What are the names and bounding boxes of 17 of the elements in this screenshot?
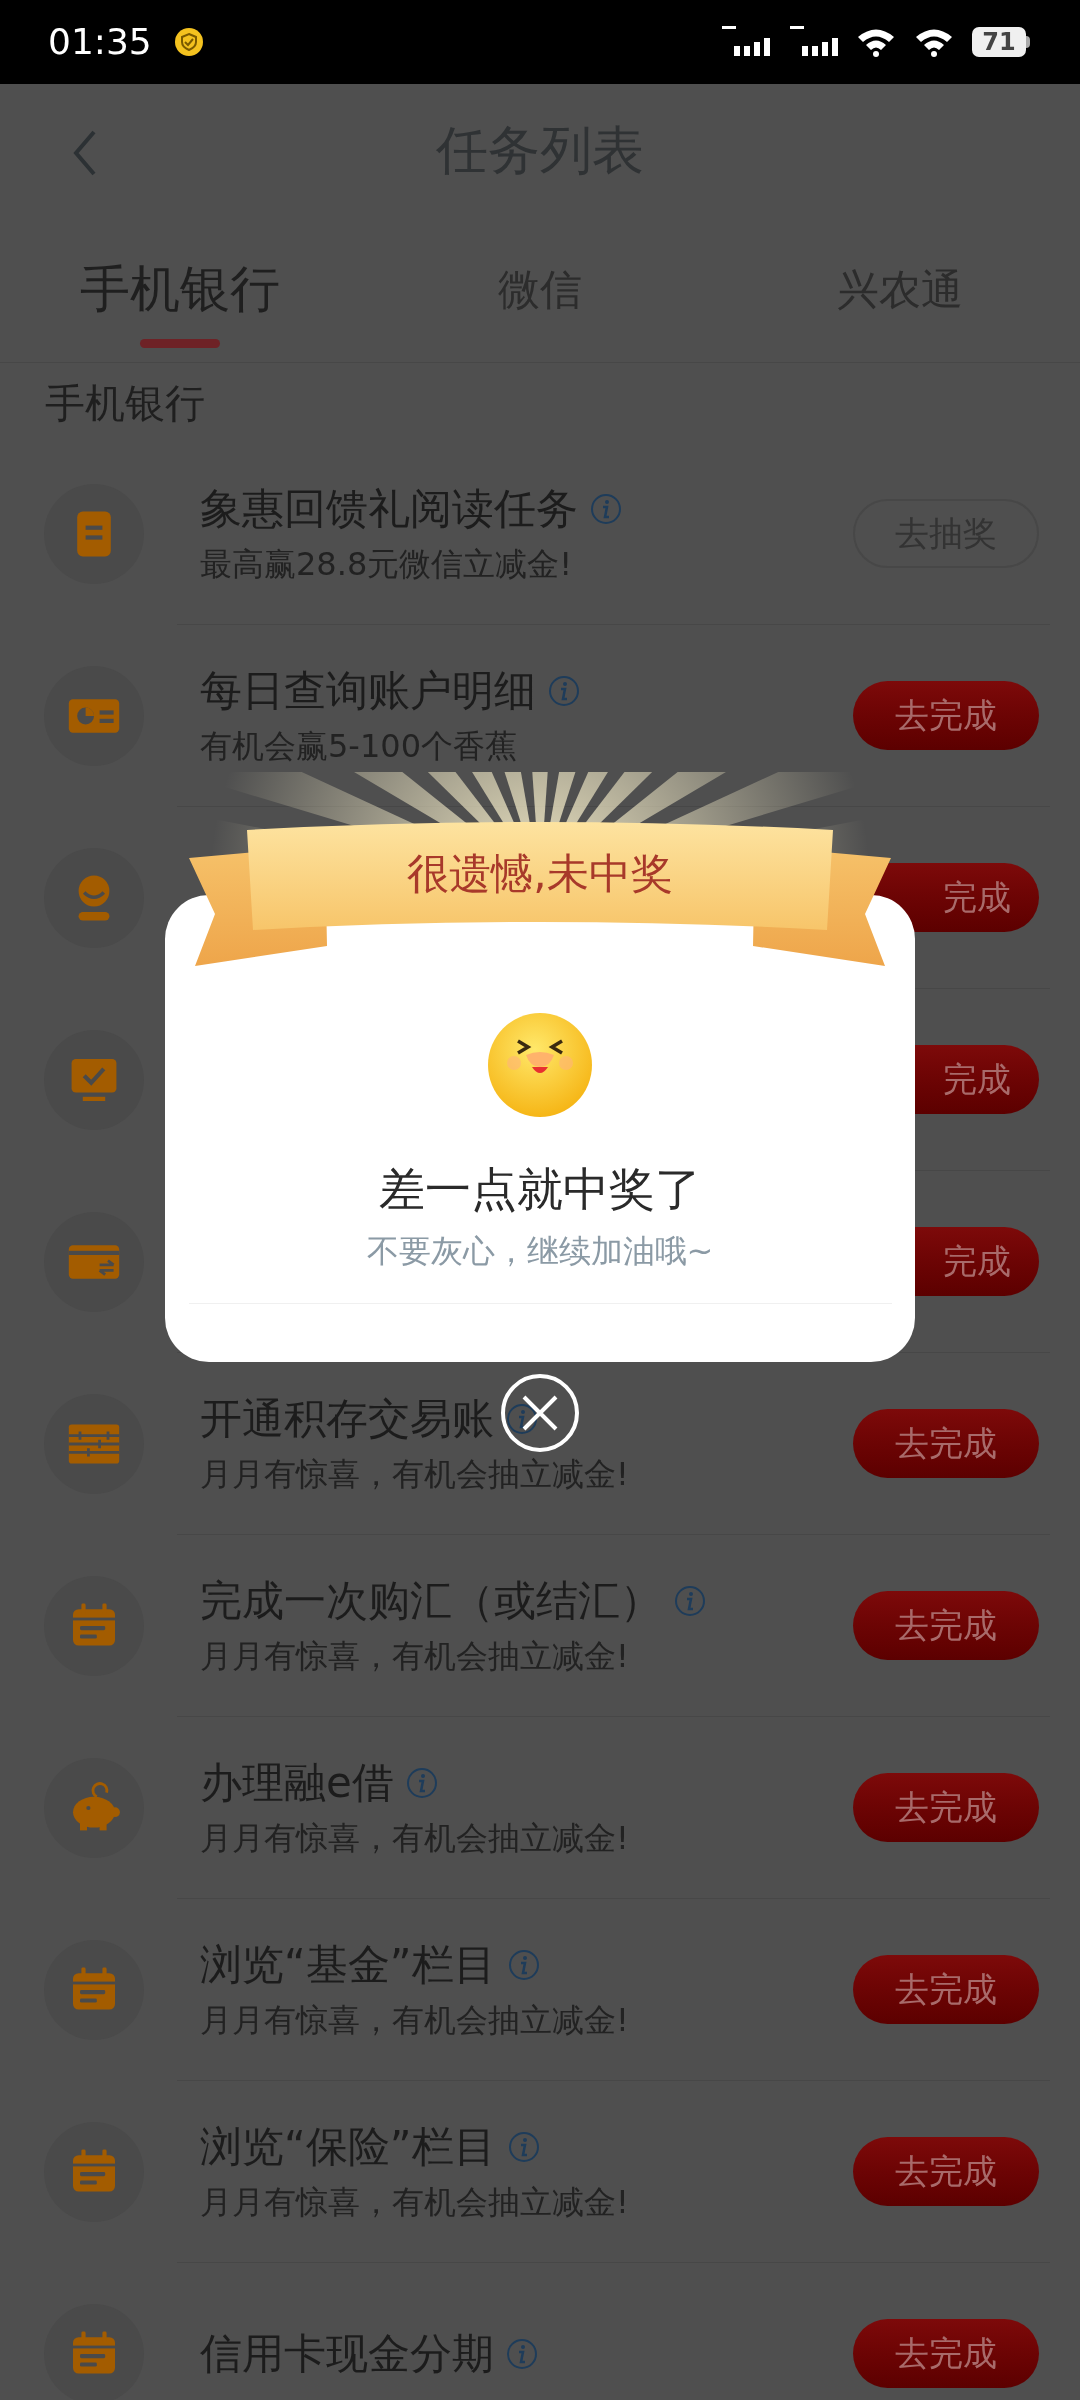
emoji-icon: [488, 1013, 592, 1117]
task-button[interactable]: 去完成: [853, 2137, 1039, 2206]
close-icon: [520, 1393, 560, 1433]
banner-text: 很遗憾,未中奖: [406, 848, 674, 900]
info-icon[interactable]: [506, 1402, 538, 1435]
task-button[interactable]: 去完成: [853, 1591, 1039, 1660]
close-button[interactable]: [501, 1374, 579, 1452]
task-button[interactable]: 去完成: [853, 681, 1039, 750]
battery-level: 71: [982, 30, 1016, 54]
task-button[interactable]: 去完成: [853, 2319, 1039, 2388]
dialog-message: 不要灰心，继续加油哦~: [366, 1231, 714, 1272]
status-time: 01:35: [48, 20, 152, 64]
task-button[interactable]: 去完成: [853, 1409, 1039, 1478]
task-button[interactable]: 去完成: [853, 1773, 1039, 1842]
shield-icon: [173, 27, 204, 57]
dialog-title: 差一点就中奖了: [379, 1161, 701, 1218]
task-button[interactable]: 去完成: [853, 1955, 1039, 2024]
